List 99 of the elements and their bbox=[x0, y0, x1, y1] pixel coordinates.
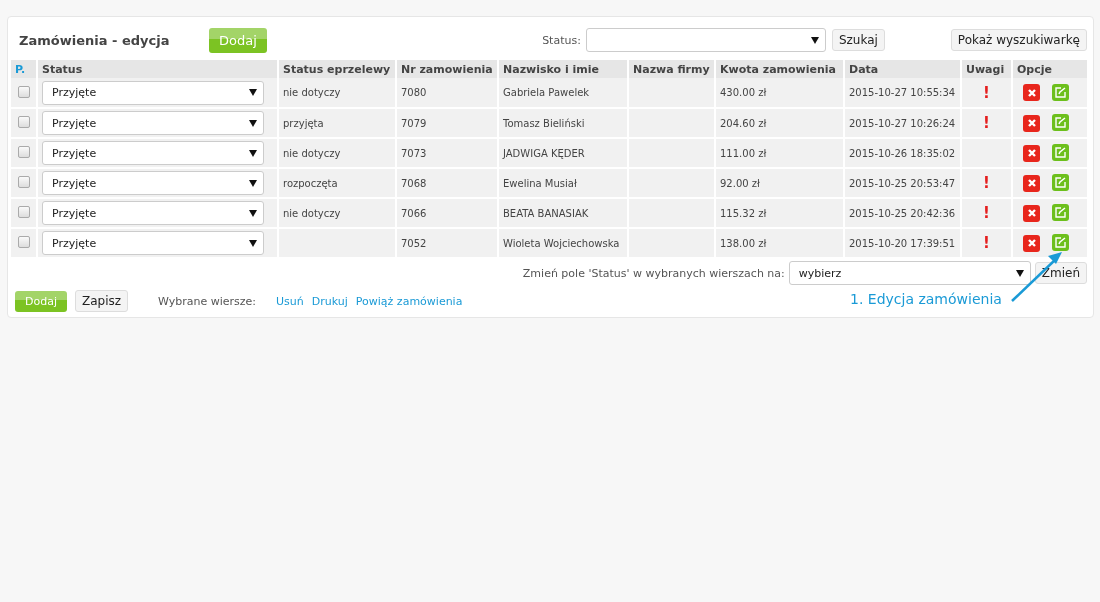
row-checkbox[interactable] bbox=[17, 176, 30, 188]
row-checkbox[interactable] bbox=[17, 206, 30, 218]
status-select[interactable]: Przyjęte bbox=[42, 141, 264, 165]
table-cell: nie dotyczy bbox=[283, 207, 341, 219]
table-cell: Tomasz Bieliński bbox=[503, 117, 585, 129]
caret-icon bbox=[249, 89, 257, 96]
column-header: Status eprzelewy bbox=[278, 60, 396, 78]
table-cell: 204.60 zł bbox=[720, 117, 767, 129]
table-cell: rozpoczęta bbox=[283, 177, 338, 189]
edit-icon bbox=[1055, 117, 1066, 129]
table-cell: 92.00 zł bbox=[720, 177, 760, 189]
edit-icon bbox=[1055, 177, 1066, 189]
edit-button[interactable] bbox=[1052, 204, 1069, 222]
table-cell: 2015-10-25 20:42:36 bbox=[849, 207, 956, 219]
warning-mark: ! bbox=[983, 234, 990, 252]
table-cell: nie dotyczy bbox=[283, 87, 341, 98]
table-cell: 2015-10-25 20:53:47 bbox=[849, 177, 956, 189]
edit-icon bbox=[1055, 86, 1066, 98]
status-select[interactable]: Przyjęte bbox=[42, 80, 264, 105]
close-icon bbox=[1026, 208, 1037, 219]
table-cell: 7073 bbox=[401, 147, 427, 159]
caret-icon bbox=[249, 179, 257, 187]
edit-button[interactable] bbox=[1052, 144, 1069, 162]
column-header: Kwota zamowienia bbox=[715, 60, 844, 78]
table-cell: 2015-10-27 10:55:34 bbox=[849, 87, 956, 98]
edit-icon bbox=[1055, 147, 1066, 159]
delete-button[interactable] bbox=[1023, 114, 1040, 132]
caret-icon bbox=[1015, 269, 1024, 277]
show-search-button[interactable]: Pokaż wyszukiwarkę bbox=[950, 29, 1087, 51]
edit-button[interactable] bbox=[1052, 83, 1069, 101]
delete-button[interactable] bbox=[1023, 204, 1040, 222]
table-cell: przyjęta bbox=[283, 117, 324, 129]
column-header: Opcje bbox=[1012, 60, 1088, 78]
column-header: Status bbox=[37, 60, 278, 78]
delete-button[interactable] bbox=[1023, 174, 1040, 192]
delete-button[interactable] bbox=[1023, 84, 1040, 102]
close-icon bbox=[1026, 148, 1037, 159]
table-cell: Gabriela Pawelek bbox=[503, 87, 590, 98]
column-header: Uwagi bbox=[961, 60, 1012, 78]
column-header: Nr zamowienia bbox=[396, 60, 498, 78]
row-checkbox[interactable] bbox=[17, 85, 30, 98]
bulk-status-label: Zmień pole 'Status' w wybranych wierszach na: bbox=[522, 266, 785, 280]
selected-rows-label: Wybrane wiersze: bbox=[158, 294, 257, 308]
table-cell: 7068 bbox=[401, 177, 427, 189]
save-button[interactable]: Zapisz bbox=[75, 290, 129, 312]
table-cell: 2015-10-27 10:26:24 bbox=[849, 117, 956, 129]
close-icon bbox=[1026, 238, 1037, 249]
edit-button[interactable] bbox=[1052, 174, 1069, 192]
caret-icon bbox=[249, 209, 257, 217]
table-cell: 7079 bbox=[401, 117, 427, 129]
table-cell: 2015-10-20 17:39:51 bbox=[849, 237, 956, 249]
column-header: P. bbox=[11, 60, 37, 78]
table-cell: 138.00 zł bbox=[720, 237, 767, 249]
table-cell: 111.00 zł bbox=[720, 147, 767, 159]
status-filter-select[interactable] bbox=[585, 28, 826, 52]
column-header: Data bbox=[844, 60, 961, 78]
caret-icon bbox=[249, 149, 257, 157]
annotation-text: 1. Edycja zamówienia bbox=[850, 291, 1002, 307]
row-checkbox[interactable] bbox=[17, 146, 30, 158]
delete-button[interactable] bbox=[1023, 144, 1040, 162]
bulk-status-select[interactable]: wybierz bbox=[788, 261, 1031, 285]
edit-icon bbox=[1055, 207, 1066, 219]
warning-mark: ! bbox=[983, 204, 990, 222]
column-header: Nazwa firmy bbox=[628, 60, 715, 78]
table-cell: 2015-10-26 18:35:02 bbox=[849, 147, 956, 159]
status-label: Status: bbox=[542, 33, 581, 47]
column-header: Nazwisko i imie bbox=[498, 60, 628, 78]
table-cell: 7080 bbox=[401, 87, 427, 98]
search-button[interactable]: Szukaj bbox=[831, 29, 885, 51]
table-cell: 115.32 zł bbox=[720, 207, 767, 219]
edit-button[interactable] bbox=[1052, 114, 1069, 132]
caret-icon bbox=[249, 239, 257, 247]
table-cell: 7052 bbox=[401, 237, 427, 249]
status-select[interactable]: Przyjęte bbox=[42, 171, 264, 195]
table-cell: 430.00 zł bbox=[720, 87, 767, 98]
caret-icon bbox=[249, 119, 257, 127]
status-select[interactable]: Przyjęte bbox=[42, 111, 264, 135]
table-cell: Wioleta Wojciechowska bbox=[503, 237, 620, 249]
row-checkbox[interactable] bbox=[17, 116, 30, 128]
page-title: Zamówienia - edycja bbox=[19, 32, 171, 48]
warning-mark: ! bbox=[983, 83, 990, 102]
status-select[interactable]: Przyjęte bbox=[42, 231, 264, 255]
close-icon bbox=[1026, 178, 1037, 189]
status-select[interactable]: Przyjęte bbox=[42, 201, 264, 225]
close-icon bbox=[1026, 118, 1037, 129]
warning-mark: ! bbox=[983, 174, 990, 192]
close-icon bbox=[1026, 87, 1037, 98]
caret-icon bbox=[810, 36, 819, 44]
table-cell: JADWIGA KĘDER bbox=[503, 147, 585, 159]
table-cell: BEATA BANASIAK bbox=[503, 207, 589, 219]
delete-button[interactable] bbox=[1023, 234, 1040, 252]
row-checkbox[interactable] bbox=[17, 236, 30, 248]
table-cell: 7066 bbox=[401, 207, 427, 219]
table-cell: Ewelina Musiał bbox=[503, 177, 577, 189]
change-button[interactable]: Zmień bbox=[1034, 262, 1087, 284]
warning-mark: ! bbox=[983, 114, 990, 132]
edit-button[interactable] bbox=[1052, 234, 1069, 252]
edit-icon bbox=[1055, 237, 1066, 249]
table-cell: nie dotyczy bbox=[283, 147, 341, 159]
